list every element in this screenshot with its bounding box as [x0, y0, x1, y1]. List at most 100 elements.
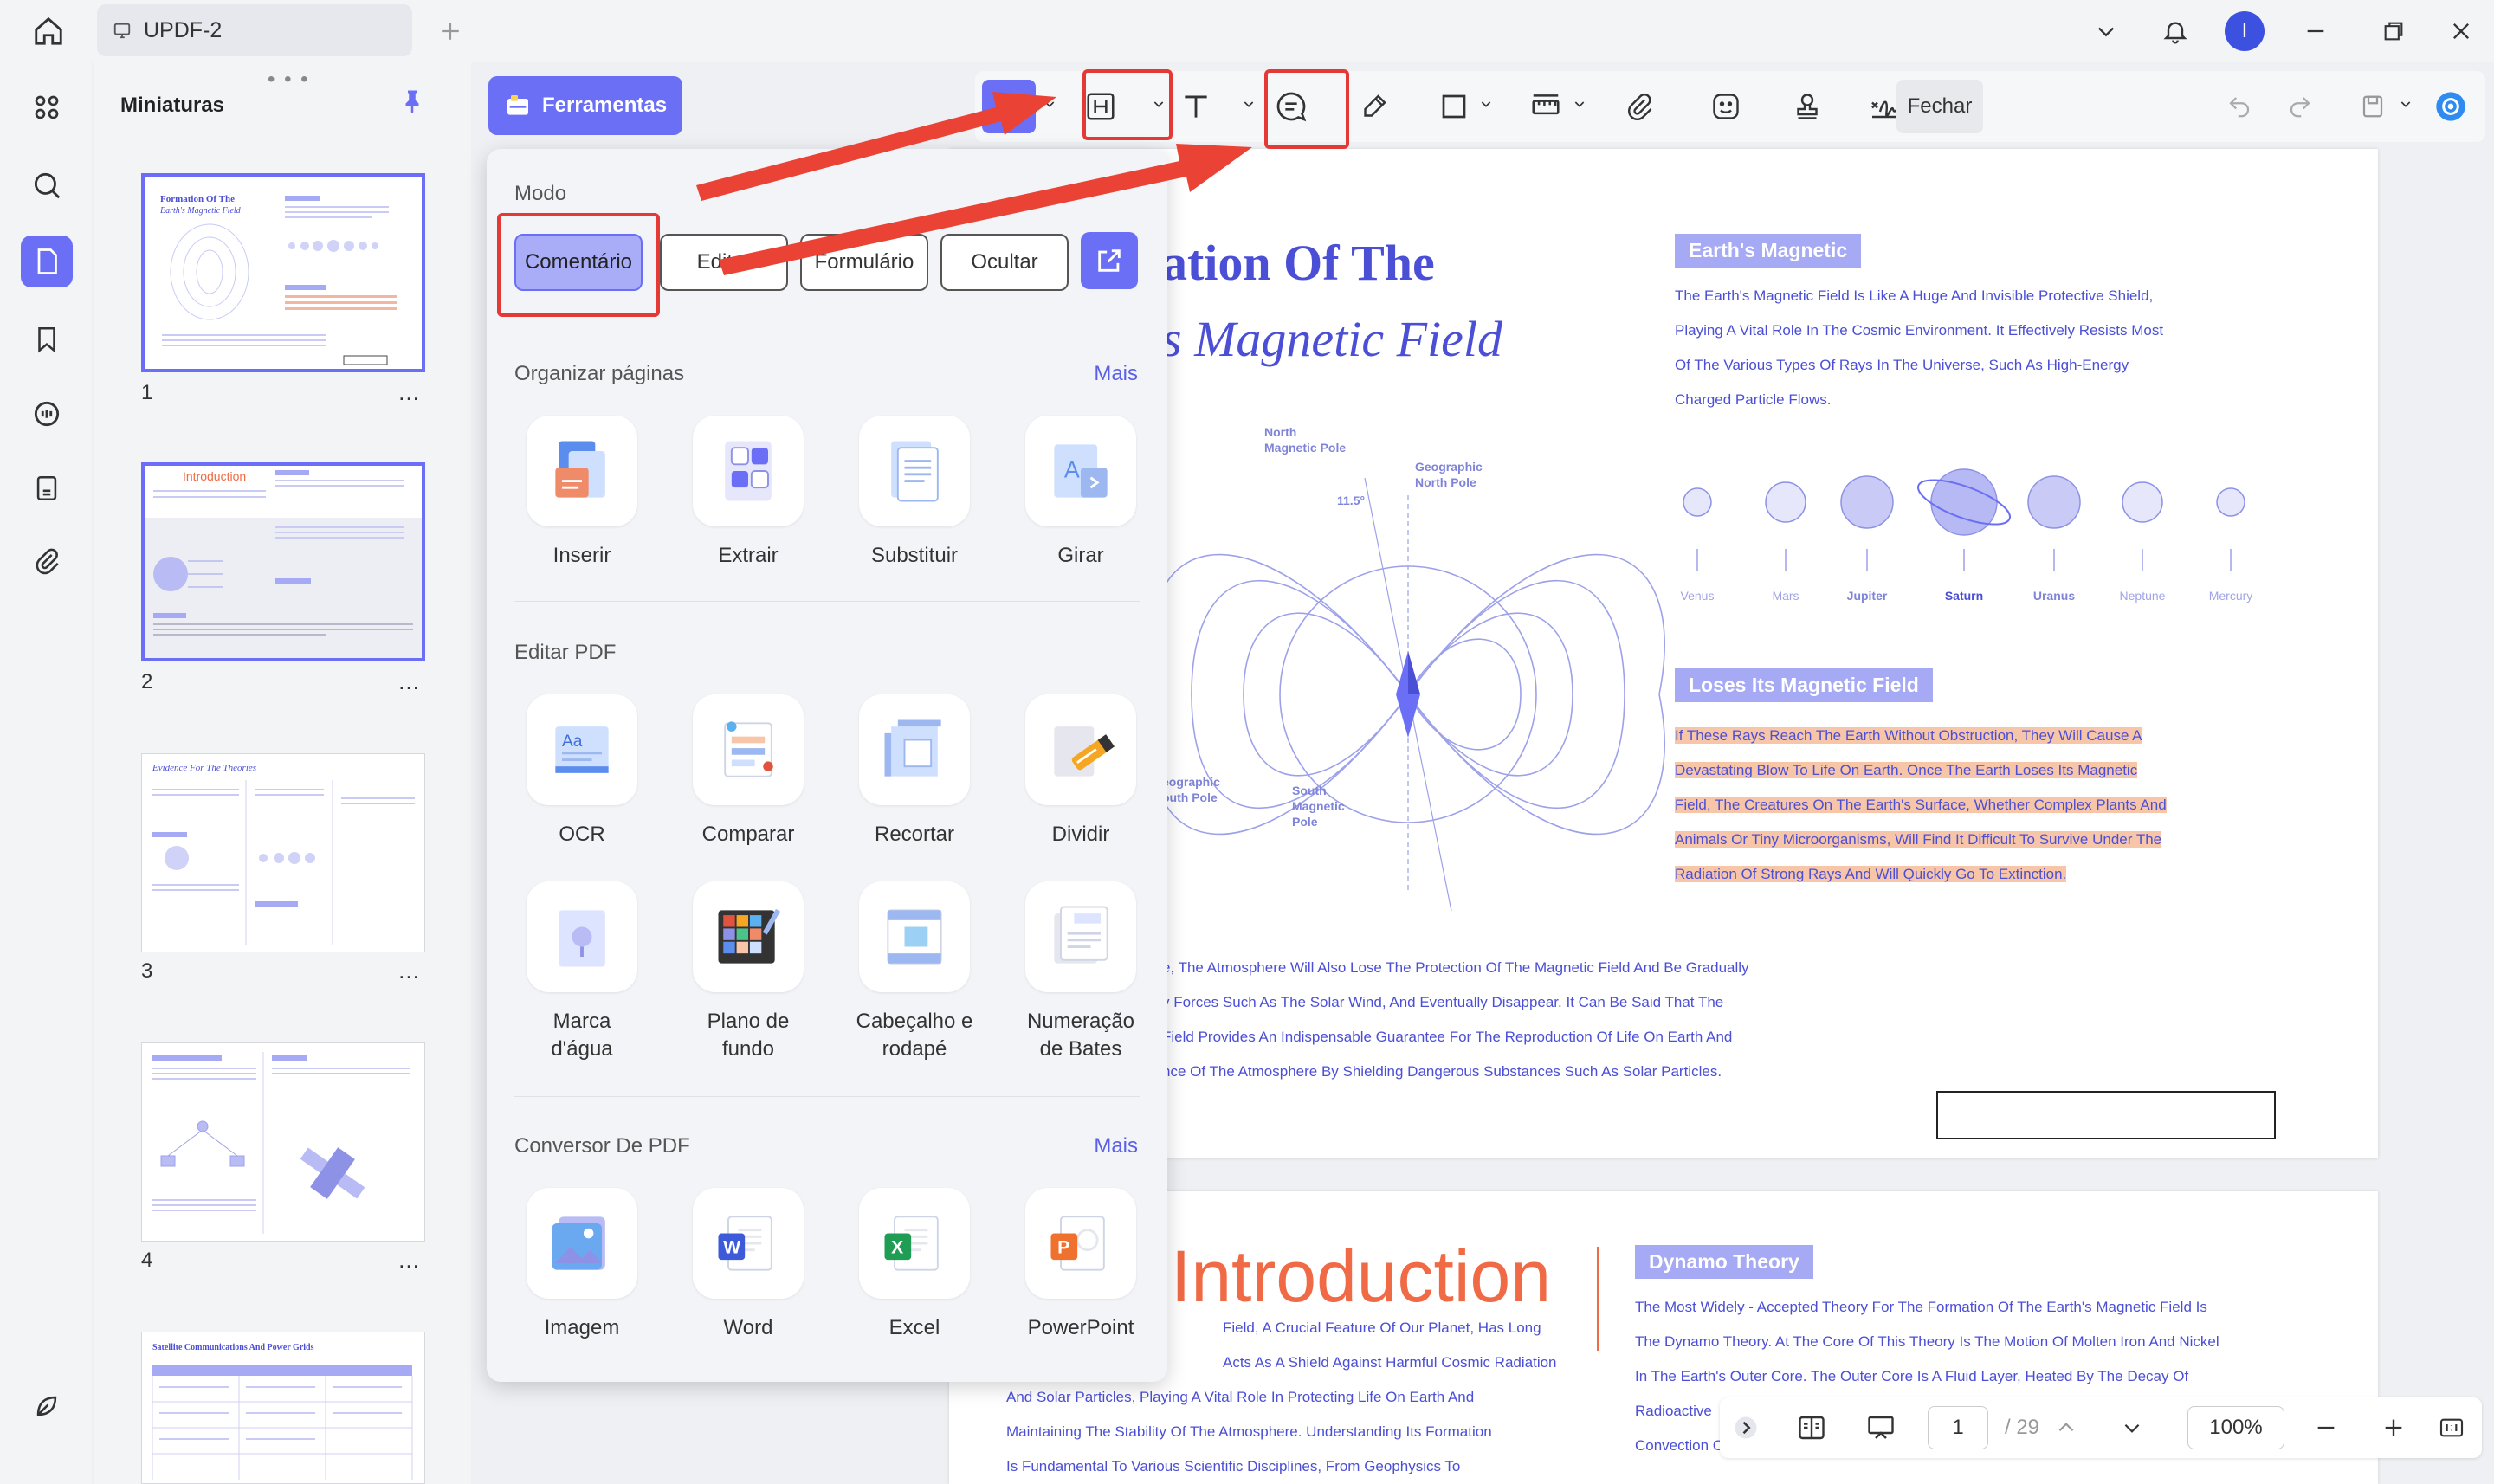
ocr-icon: Aa	[527, 694, 637, 805]
actual-size-icon[interactable]	[2430, 1406, 2473, 1449]
bates-numbering-tool[interactable]: Numeração de Bates	[1005, 881, 1157, 1063]
home-icon[interactable]	[29, 12, 68, 50]
chevron-down-icon[interactable]	[2085, 10, 2127, 52]
chevron-down-icon[interactable]	[1043, 97, 1056, 111]
crop-icon	[859, 694, 970, 805]
organize-more-link[interactable]: Mais	[1094, 362, 1138, 386]
theme-leaf-icon[interactable]	[21, 1380, 73, 1432]
highlight[interactable]: Animals Or Tiny Microorganisms, Will Fin…	[1675, 831, 2162, 848]
page-number-input[interactable]: 1	[1928, 1406, 1988, 1449]
convert-to-image-tool[interactable]: Imagem	[506, 1188, 658, 1342]
next-page-icon[interactable]	[2106, 1406, 2158, 1449]
compare-tool[interactable]: Comparar	[672, 694, 824, 848]
new-tab-plus-icon[interactable]	[433, 14, 468, 48]
extract-page-tool[interactable]: Extrair	[672, 416, 824, 570]
collapse-nav-icon[interactable]	[1720, 1406, 1772, 1449]
word-file-icon: W	[693, 1188, 804, 1299]
tool-label: Cabeçalho e rodapé	[856, 1010, 973, 1061]
panel-resize-handle[interactable]: • • •	[268, 68, 310, 92]
ocr-tool[interactable]: Aa OCR	[506, 694, 658, 848]
thumbnail-page-4[interactable]	[141, 1042, 425, 1242]
highlight-tool-icon[interactable]	[982, 80, 1036, 133]
convert-to-powerpoint-tool[interactable]: P PowerPoint	[1005, 1188, 1157, 1342]
thumbnail-page-5[interactable]: Satellite Communications And Power Grids	[141, 1332, 425, 1484]
highlight[interactable]: If These Rays Reach The Earth Without Ob…	[1675, 727, 2142, 744]
svg-text:A: A	[1064, 457, 1080, 483]
mode-form-button[interactable]: Formulário	[800, 234, 928, 291]
chevron-down-icon[interactable]	[1573, 97, 1586, 111]
history-toolbar	[2200, 71, 2485, 142]
tool-label: Plano de fundo	[707, 1010, 790, 1061]
paragraph-atmosphere: e, The Atmosphere Will Also Lose The Pro…	[1162, 959, 1749, 1080]
chevron-down-icon[interactable]	[2399, 97, 2413, 111]
convert-to-excel-tool[interactable]: X Excel	[838, 1188, 991, 1342]
thumbnail-more-button[interactable]: …	[397, 958, 421, 984]
annotation-highlight-textbox-tool	[1082, 69, 1173, 140]
user-avatar-button[interactable]: I	[2224, 10, 2265, 52]
crop-tool[interactable]: Recortar	[838, 694, 991, 848]
rectangle-tool-icon[interactable]	[1427, 80, 1481, 133]
rotate-page-tool[interactable]: A Girar	[1005, 416, 1157, 570]
highlight[interactable]: Field, The Creatures On The Earth's Surf…	[1675, 797, 2167, 813]
open-external-button[interactable]	[1081, 232, 1138, 289]
thumbnail-page-2[interactable]: Introduction	[141, 462, 425, 661]
zoom-in-icon[interactable]	[2368, 1406, 2420, 1449]
thumbnail-more-button[interactable]: …	[397, 1247, 421, 1274]
convert-more-link[interactable]: Mais	[1094, 1134, 1138, 1158]
background-tool[interactable]: Plano de fundo	[672, 881, 824, 1063]
bell-icon[interactable]	[2155, 10, 2196, 52]
presentation-icon[interactable]	[1855, 1406, 1907, 1449]
chevron-down-icon[interactable]	[1242, 97, 1256, 111]
highlight[interactable]: Devastating Blow To Life On Earth. Once …	[1675, 762, 2138, 778]
planet-label: Uranus	[2032, 589, 2076, 603]
close-window-icon[interactable]	[2440, 10, 2482, 52]
pencil-tool-icon[interactable]	[1347, 80, 1401, 133]
tools-button[interactable]: Ferramentas	[488, 76, 682, 135]
thumbnail-page-3[interactable]: Evidence For The Theories	[141, 753, 425, 952]
grid-apps-icon[interactable]	[21, 81, 73, 133]
save-icon[interactable]	[2349, 80, 2397, 133]
tool-label: Extrair	[718, 544, 779, 567]
thumbnail-page-1[interactable]: Formation Of The Earth's Magnetic Field	[141, 173, 425, 372]
tools-button-label: Ferramentas	[542, 94, 668, 117]
thumbnail-more-button[interactable]: …	[397, 379, 421, 406]
planet-label: Venus	[1680, 589, 1715, 603]
pin-icon[interactable]	[399, 87, 425, 116]
zoom-out-icon[interactable]	[2300, 1406, 2352, 1449]
attachment-tool-icon[interactable]	[1612, 80, 1666, 133]
previous-page-icon[interactable]	[2040, 1406, 2092, 1449]
split-tool[interactable]: Dividir	[1005, 694, 1157, 848]
undo-icon[interactable]	[2215, 80, 2264, 133]
bookmark-icon[interactable]	[21, 313, 73, 365]
highlight[interactable]: Radiation Of Strong Rays And Will Quickl…	[1675, 866, 2067, 882]
form-fields-icon[interactable]	[21, 462, 73, 514]
minimize-icon[interactable]	[2295, 10, 2336, 52]
header-footer-tool[interactable]: Cabeçalho e rodapé	[838, 881, 991, 1063]
insert-page-tool[interactable]: Inserir	[506, 416, 658, 570]
restore-icon[interactable]	[2373, 10, 2414, 52]
extract-page-icon	[693, 416, 804, 526]
measure-tool-icon[interactable]	[1519, 80, 1573, 133]
watermark-tool[interactable]: Marca d'água	[506, 881, 658, 1063]
document-tab[interactable]: UPDF-2	[97, 4, 412, 56]
replace-page-tool[interactable]: Substituir	[838, 416, 991, 570]
attachment-icon[interactable]	[21, 535, 73, 587]
mode-edit-button[interactable]: Editar	[660, 234, 788, 291]
redo-icon[interactable]	[2276, 80, 2324, 133]
zoom-level-field[interactable]: 100%	[2187, 1406, 2284, 1449]
chevron-down-icon[interactable]	[1479, 97, 1493, 111]
close-tools-button[interactable]: Fechar	[1896, 80, 1983, 133]
two-page-view-icon[interactable]	[1786, 1406, 1838, 1449]
ai-assistant-icon[interactable]	[2426, 80, 2475, 133]
empty-form-box[interactable]	[1936, 1091, 2276, 1139]
stamp-tool-icon[interactable]	[1780, 80, 1834, 133]
ai-chat-icon[interactable]	[21, 388, 73, 440]
text-tool-icon[interactable]	[1169, 80, 1223, 133]
sticker-tool-icon[interactable]	[1699, 80, 1753, 133]
search-icon[interactable]	[21, 159, 73, 211]
convert-to-word-tool[interactable]: W Word	[672, 1188, 824, 1342]
thumbnail-more-button[interactable]: …	[397, 668, 421, 695]
document-tab-icon	[113, 23, 131, 39]
mode-redact-button[interactable]: Ocultar	[940, 234, 1069, 291]
thumbnails-page-icon[interactable]	[21, 236, 73, 287]
